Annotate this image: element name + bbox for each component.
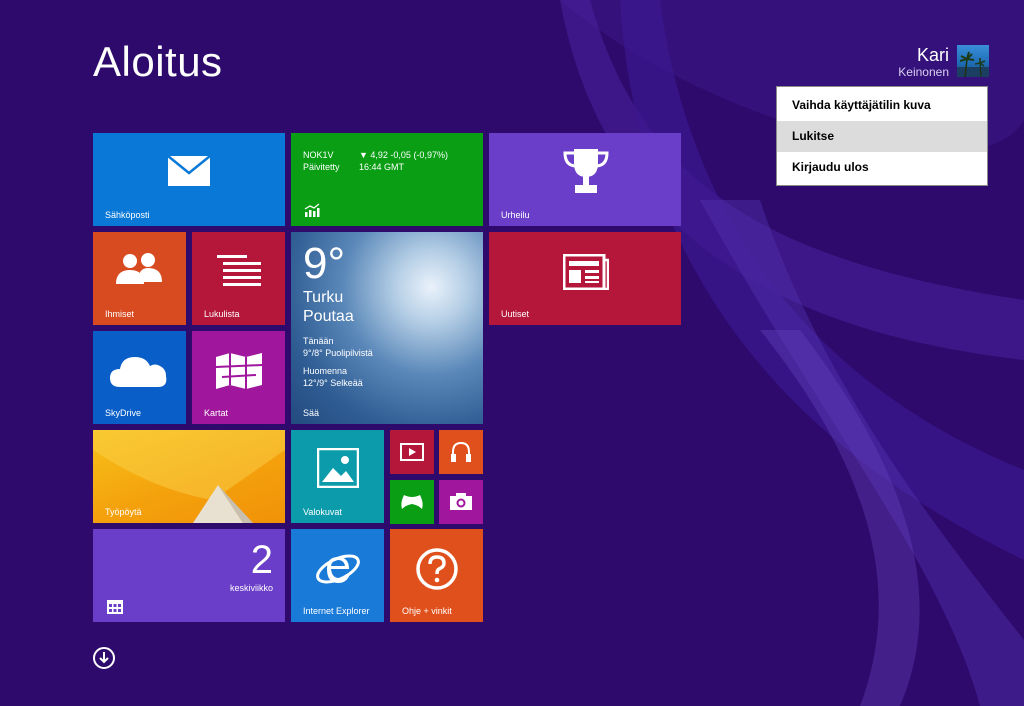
- calendar-icon: [107, 600, 123, 614]
- stock-change: ▼ 4,92 -0,05 (-0,97%): [359, 150, 448, 160]
- mail-icon: [167, 155, 211, 186]
- tile-sports[interactable]: Urheilu: [489, 133, 681, 226]
- weather-tomorrow-label: Huomenna: [303, 366, 348, 376]
- help-icon: [416, 548, 458, 590]
- tile-video[interactable]: [390, 430, 434, 474]
- tile-weather[interactable]: 9° Turku Poutaa Tänään 9°/8° Puolipilvis…: [291, 232, 483, 424]
- weather-city: Turku: [303, 289, 344, 306]
- video-icon: [400, 443, 424, 461]
- finance-info: NOK1V Päivitetty: [303, 149, 340, 173]
- stock-updated-label: Päivitetty: [303, 162, 340, 172]
- tile-photos[interactable]: Valokuvat: [291, 430, 384, 523]
- cloud-icon: [110, 357, 167, 387]
- tile-help[interactable]: Ohje + vinkit: [390, 529, 483, 622]
- tile-games[interactable]: [390, 480, 434, 524]
- tile-label: Ihmiset: [105, 309, 135, 319]
- tile-label: Sähköposti: [105, 210, 150, 220]
- calendar-day: 2: [250, 538, 273, 582]
- finance-values: ▼ 4,92 -0,05 (-0,97%) 16:44 GMT: [359, 149, 448, 173]
- tile-label: Kartat: [204, 408, 229, 418]
- map-icon: [216, 353, 262, 389]
- weather-today-label: Tänään: [303, 336, 334, 346]
- weather-tomorrow-forecast: 12°/9° Selkeää: [303, 378, 363, 388]
- avatar[interactable]: [957, 45, 989, 77]
- user-names: Kari Keinonen: [898, 45, 949, 79]
- all-apps-button[interactable]: [93, 647, 115, 669]
- weather-today-forecast: 9°/8° Puolipilvistä: [303, 348, 373, 358]
- account-menu: Vaihda käyttäjätilin kuva Lukitse Kirjau…: [776, 86, 988, 186]
- tile-internet-explorer[interactable]: Internet Explorer: [291, 529, 384, 622]
- tile-label: Valokuvat: [303, 507, 342, 517]
- start-title: Aloitus: [93, 38, 223, 85]
- tile-label: Sää: [303, 408, 320, 418]
- photo-icon: [317, 448, 359, 488]
- trophy-icon: [563, 149, 609, 193]
- ie-icon: [316, 554, 360, 584]
- tile-mail[interactable]: Sähköposti: [93, 133, 285, 226]
- tile-maps[interactable]: Kartat: [192, 331, 285, 424]
- tile-skydrive[interactable]: SkyDrive: [93, 331, 186, 424]
- menu-lock[interactable]: Lukitse: [777, 121, 987, 152]
- tile-label: Lukulista: [204, 309, 240, 319]
- tile-label: Urheilu: [501, 210, 530, 220]
- news-icon: [563, 254, 609, 290]
- tile-label: Työpöytä: [105, 507, 142, 517]
- music-icon: [451, 441, 471, 462]
- tile-news[interactable]: Uutiset: [489, 232, 681, 325]
- tile-label: Internet Explorer: [303, 606, 370, 616]
- people-icon: [116, 253, 162, 284]
- weather-tomorrow: Huomenna 12°/9° Selkeää: [303, 365, 363, 389]
- user-first-name: Kari: [916, 45, 949, 65]
- tile-music[interactable]: [439, 430, 483, 474]
- palm-tree-picture: [957, 51, 989, 77]
- tile-calendar[interactable]: 2 keskiviikko: [93, 529, 285, 622]
- user-last-name: Keinonen: [898, 65, 949, 79]
- stock-updated-time: 16:44 GMT: [359, 162, 405, 172]
- tile-people[interactable]: Ihmiset: [93, 232, 186, 325]
- menu-sign-out[interactable]: Kirjaudu ulos: [777, 152, 987, 183]
- user-account[interactable]: Kari Keinonen: [898, 45, 989, 79]
- tile-label: Ohje + vinkit: [402, 606, 452, 616]
- tile-label: SkyDrive: [105, 408, 142, 418]
- tile-desktop[interactable]: Työpöytä: [93, 430, 285, 523]
- tile-camera[interactable]: [439, 480, 483, 524]
- stock-symbol: NOK1V: [303, 150, 334, 160]
- tile-readinglist[interactable]: Lukulista: [192, 232, 285, 325]
- stocks-icon: [304, 203, 320, 217]
- menu-change-account-picture[interactable]: Vaihda käyttäjätilin kuva: [777, 90, 987, 121]
- weather-today: Tänään 9°/8° Puolipilvistä: [303, 335, 373, 359]
- tile-label: Uutiset: [501, 309, 530, 319]
- weather-condition: Poutaa: [303, 308, 354, 325]
- reading-list-icon: [217, 255, 261, 286]
- calendar-weekday: keskiviikko: [229, 583, 273, 593]
- games-icon: [401, 495, 423, 509]
- camera-icon: [450, 493, 472, 510]
- weather-temperature: 9°: [303, 239, 346, 288]
- all-apps-icon: [99, 652, 109, 664]
- tile-finance[interactable]: NOK1V Päivitetty ▼ 4,92 -0,05 (-0,97%) 1…: [291, 133, 483, 226]
